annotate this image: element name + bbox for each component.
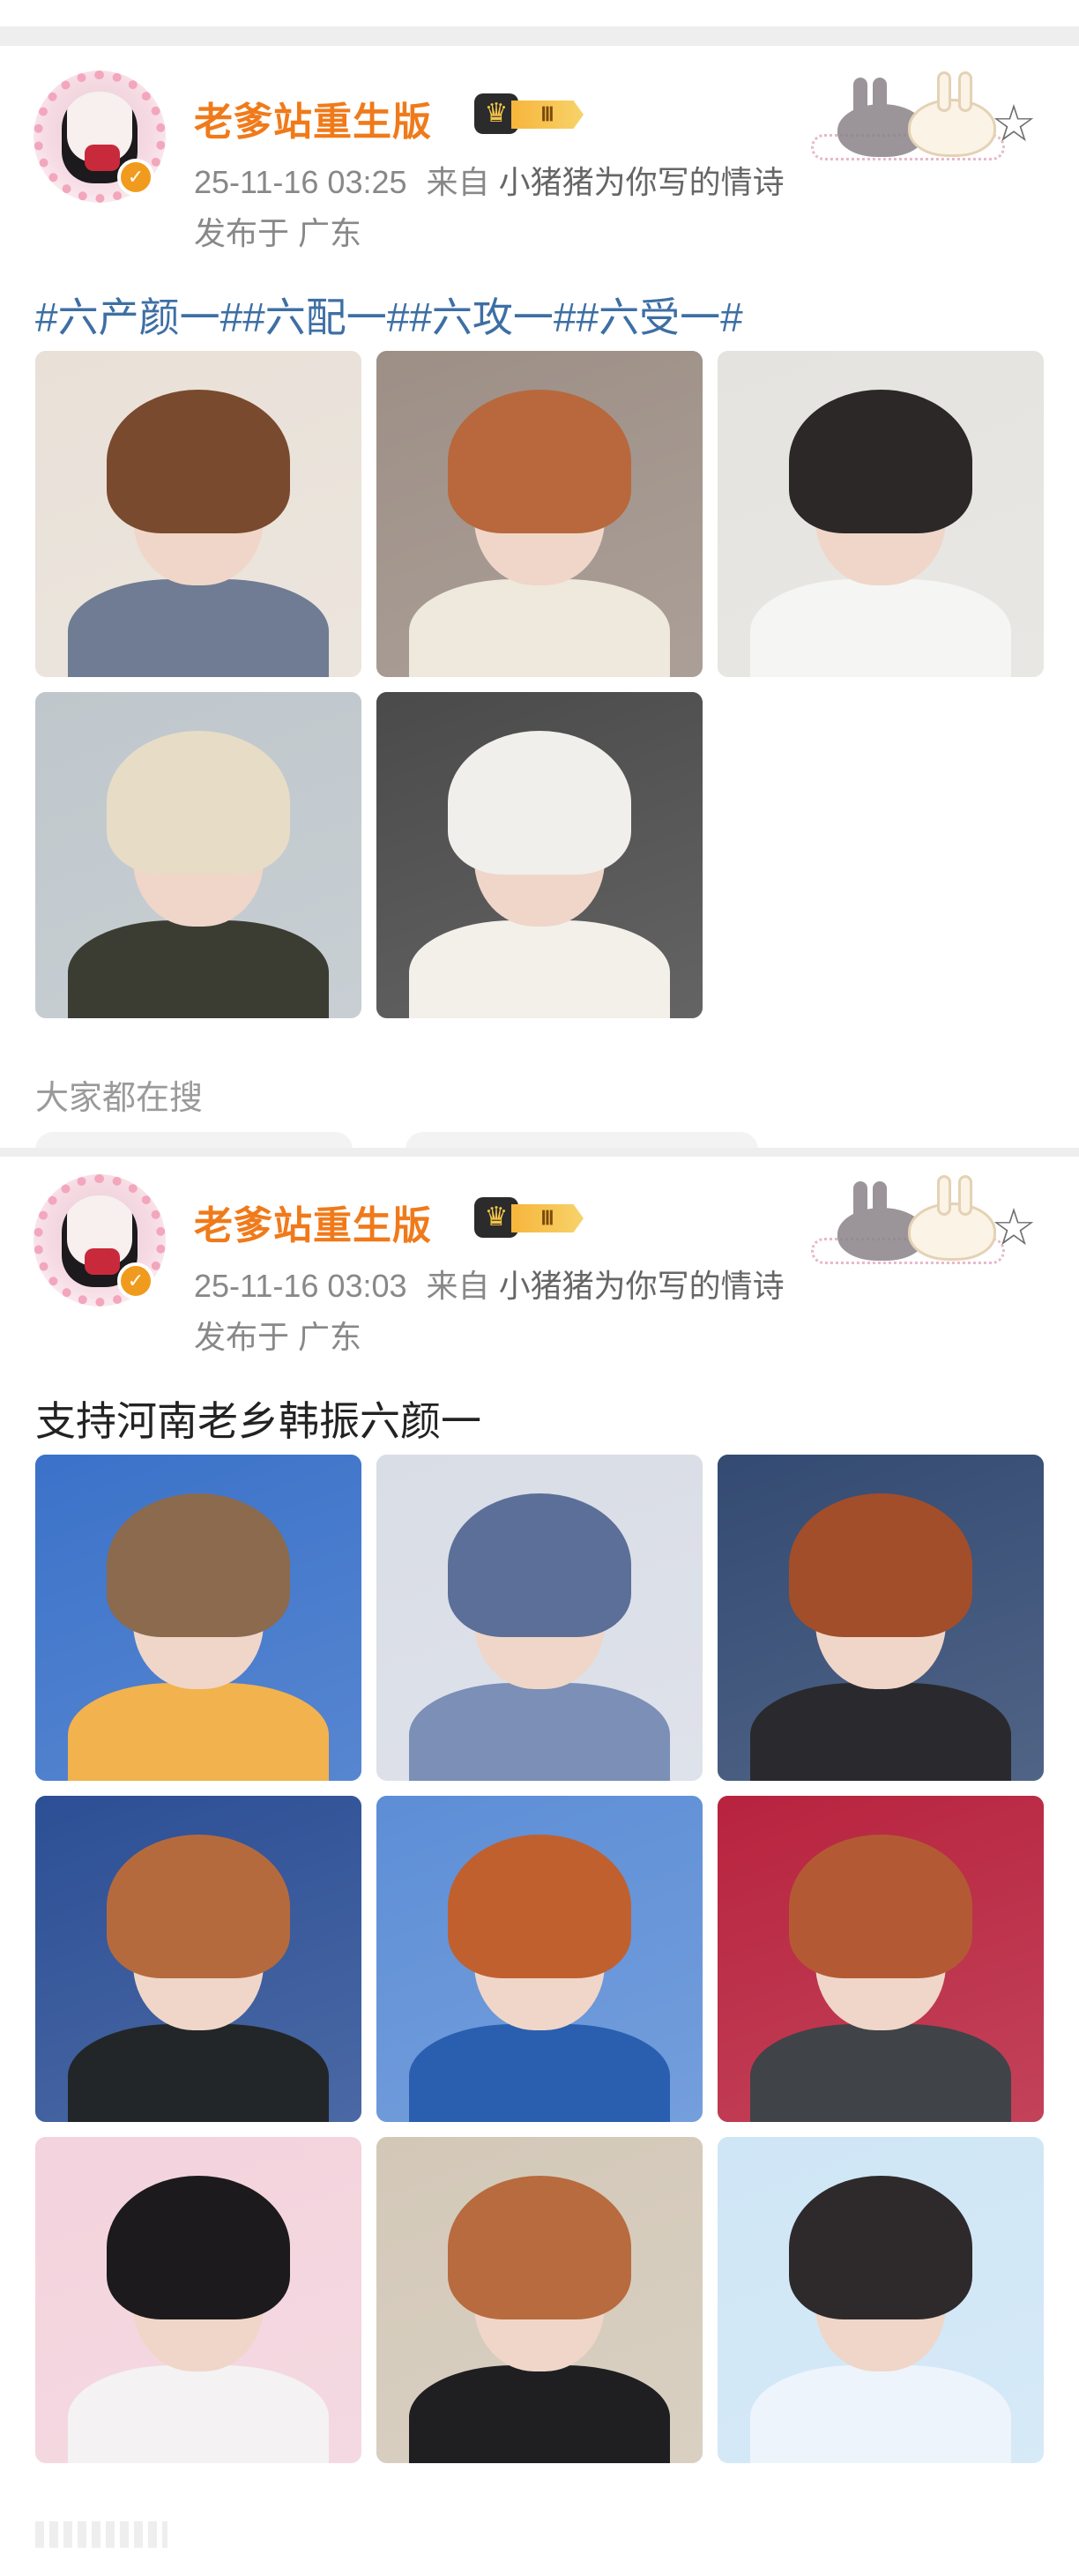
- post-source[interactable]: 小猪猪为你写的情诗: [499, 164, 785, 200]
- post-text[interactable]: #六产颜一##六配一##六攻一##六受一#: [35, 286, 743, 344]
- search-pill[interactable]: [35, 1132, 353, 1148]
- trending-search-label: 大家都在搜: [35, 1080, 204, 1117]
- post-time: 25-11-16 03:25: [194, 164, 407, 200]
- level-label: Ⅲ: [511, 1204, 584, 1232]
- username[interactable]: 老爹站重生版: [194, 1194, 432, 1250]
- post-image[interactable]: [718, 1455, 1044, 1781]
- post-image[interactable]: [718, 2137, 1044, 2463]
- star-outline-icon[interactable]: ☆: [991, 1202, 1037, 1254]
- post-image[interactable]: [376, 692, 703, 1018]
- verified-check-icon: ✓: [117, 1262, 154, 1299]
- post-location: 发布于 广东: [194, 215, 362, 251]
- post-image[interactable]: [376, 351, 703, 677]
- level-label: Ⅲ: [511, 101, 584, 129]
- post-card-2[interactable]: ✓ 老爹站重生版 ♛ Ⅲ ☆ 25-11-16 03:03 来自 小猪猪为你写的情…: [0, 1148, 1079, 2576]
- post-image[interactable]: [35, 2137, 361, 2463]
- post-image[interactable]: [718, 1796, 1044, 2122]
- next-post-stub: [35, 2521, 167, 2548]
- top-spacer: [0, 0, 1079, 46]
- post-location: 发布于 广东: [194, 1319, 362, 1355]
- post-time: 25-11-16 03:03: [194, 1268, 407, 1304]
- post-image[interactable]: [376, 1796, 703, 2122]
- post-image[interactable]: [718, 351, 1044, 677]
- from-prefix: 来自: [426, 164, 490, 200]
- post-image[interactable]: [35, 1455, 361, 1781]
- post-source[interactable]: 小猪猪为你写的情诗: [499, 1268, 785, 1304]
- post-meta: 25-11-16 03:25 来自 小猪猪为你写的情诗: [194, 157, 785, 203]
- search-pill[interactable]: [406, 1132, 758, 1148]
- post-meta: 25-11-16 03:03 来自 小猪猪为你写的情诗: [194, 1261, 785, 1307]
- post-image[interactable]: [35, 692, 361, 1018]
- verified-check-icon: ✓: [117, 159, 154, 196]
- from-prefix: 来自: [426, 1268, 490, 1304]
- rabbit-decoration: [811, 71, 1005, 169]
- member-level-badge[interactable]: ♛ Ⅲ: [474, 1197, 589, 1238]
- star-outline-icon[interactable]: ☆: [991, 99, 1037, 150]
- post-image[interactable]: [35, 1796, 361, 2122]
- rabbit-decoration: [811, 1175, 1005, 1273]
- post-image[interactable]: [376, 1455, 703, 1781]
- member-level-badge[interactable]: ♛ Ⅲ: [474, 93, 589, 134]
- post-card-1[interactable]: ✓ 老爹站重生版 ♛ Ⅲ ☆ 25-11-16 03:25 来自 小猪猪为你写的情…: [0, 46, 1079, 1148]
- username[interactable]: 老爹站重生版: [194, 90, 432, 146]
- post-image[interactable]: [35, 351, 361, 677]
- post-image[interactable]: [376, 2137, 703, 2463]
- trending-search-pills: [35, 1132, 1044, 1148]
- post-text[interactable]: 支持河南老乡韩振六颜一: [35, 1389, 481, 1448]
